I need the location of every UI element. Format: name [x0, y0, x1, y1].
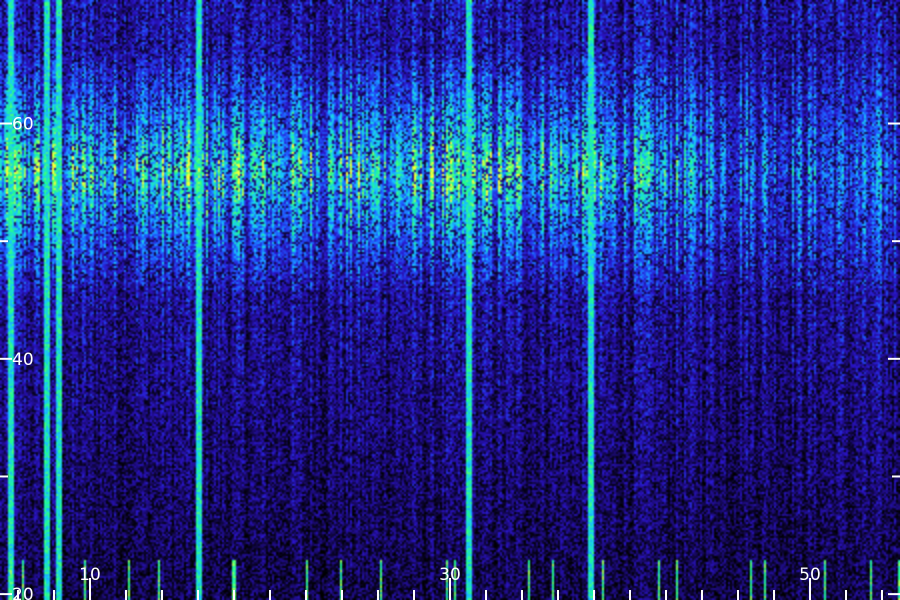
- spectrogram-heatmap: [0, 0, 900, 600]
- x-tick-label: 30: [439, 565, 461, 585]
- x-tick-label: 10: [79, 565, 101, 585]
- x-tick-label: 50: [799, 565, 821, 585]
- y-tick-label: 20: [12, 585, 34, 600]
- y-tick-label: 40: [12, 350, 34, 370]
- spectrogram-chart: 10 30 50 20 40 60: [0, 0, 900, 600]
- y-tick-label: 60: [12, 115, 34, 135]
